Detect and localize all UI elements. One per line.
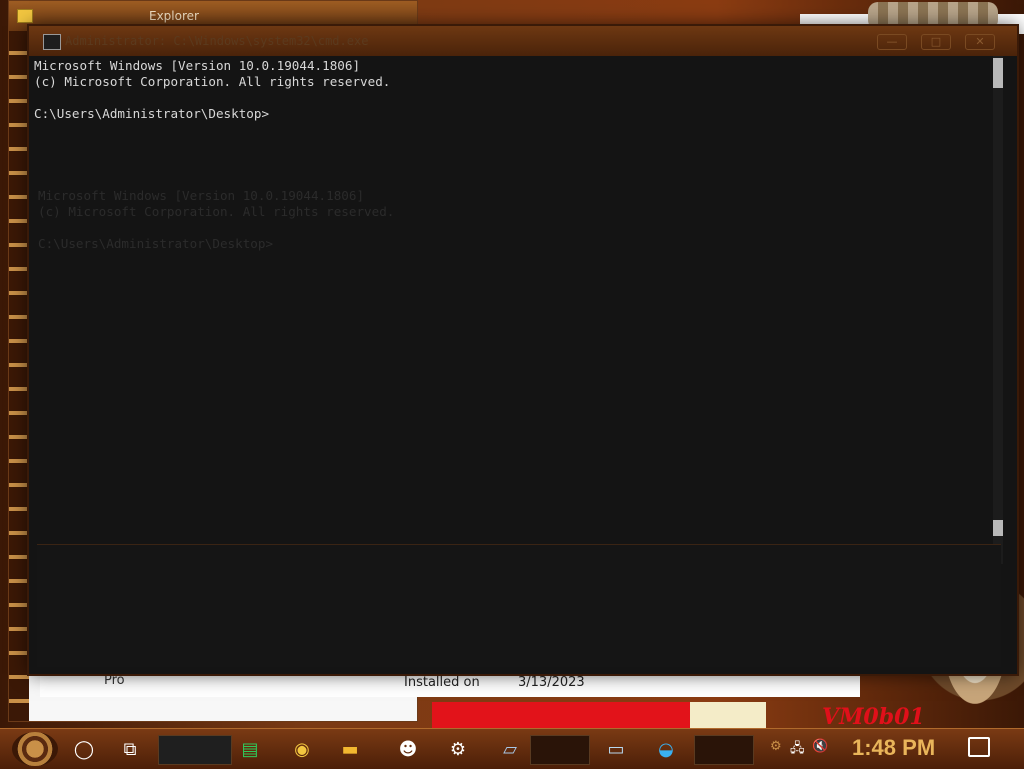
cmd-lower-pane	[37, 544, 1001, 667]
folder-icon	[17, 9, 33, 23]
ghost-line: C:\Users\Administrator\Desktop>	[38, 236, 274, 251]
command-prompt-window[interactable]: Administrator: C:\Windows\system32\cmd.e…	[29, 26, 1017, 674]
taskbar-search-box[interactable]	[158, 735, 232, 765]
start-gear-icon[interactable]	[12, 732, 58, 766]
ghost-line	[38, 220, 998, 236]
cmd-window-title: Administrator: C:\Windows\system32\cmd.e…	[65, 34, 369, 48]
maximize-button[interactable]: □	[921, 34, 951, 50]
speaker-muted-icon[interactable]: 🔇	[812, 739, 830, 757]
console-scrollbar[interactable]	[993, 56, 1003, 564]
console-line: (c) Microsoft Corporation. All rights re…	[34, 74, 391, 89]
ghost-line: (c) Microsoft Corporation. All rights re…	[38, 204, 395, 219]
settings-gear-icon[interactable]: ⚙	[440, 733, 476, 765]
installed-on-date: 3/13/2023	[518, 675, 585, 690]
notepad-icon[interactable]: ▱	[492, 733, 528, 765]
background-red-banner	[432, 702, 692, 728]
remote-desktop-icon[interactable]: ▭	[598, 733, 634, 765]
task-view-icon[interactable]: ⧉	[112, 733, 148, 765]
network-icon[interactable]: 🖧	[790, 739, 808, 757]
console-ghost-text: Microsoft Windows [Version 10.0.19044.18…	[38, 188, 998, 252]
vm-name-label: VM0b01	[822, 704, 925, 730]
taskbar-slot[interactable]	[694, 735, 754, 765]
console-prompt-line: C:\Users\Administrator\Desktop>	[34, 106, 270, 121]
ghost-line: Microsoft Windows [Version 10.0.19044.18…	[38, 188, 365, 203]
chrome-icon[interactable]: ◉	[284, 733, 320, 765]
console-line: Microsoft Windows [Version 10.0.19044.18…	[34, 58, 361, 73]
cmd-titlebar[interactable]: Administrator: C:\Windows\system32\cmd.e…	[29, 26, 1017, 56]
sheets-icon[interactable]: ▤	[232, 733, 268, 765]
background-paper-sheet	[690, 702, 766, 728]
explorer-side-frame	[9, 31, 29, 721]
row-label: Pro	[104, 673, 125, 688]
cortana-circle-icon[interactable]: ◯	[66, 733, 102, 765]
scroll-down-arrow[interactable]	[993, 520, 1003, 536]
minimize-button[interactable]: —	[877, 34, 907, 50]
scrollbar-thumb[interactable]	[993, 58, 1003, 88]
edge-icon[interactable]: ◒	[648, 733, 684, 765]
explorer-title: Explorer	[149, 9, 199, 23]
cmd-app-icon	[43, 34, 61, 50]
people-icon[interactable]: ☻	[390, 733, 426, 765]
taskbar-slot[interactable]	[530, 735, 590, 765]
taskbar: ◯ ⧉ ▤ ◉ ▬ ☻ ⚙ ▱ ▭ ◒ ⚙ 🖧 🔇 1:48 PM	[0, 728, 1024, 769]
notification-center-icon[interactable]	[968, 737, 990, 757]
installed-on-label: Installed on	[404, 675, 480, 690]
taskbar-clock[interactable]: 1:48 PM	[852, 735, 935, 761]
file-explorer-icon[interactable]: ▬	[332, 733, 368, 765]
tray-gear-icon[interactable]: ⚙	[770, 739, 788, 757]
close-button[interactable]: ✕	[965, 34, 995, 50]
